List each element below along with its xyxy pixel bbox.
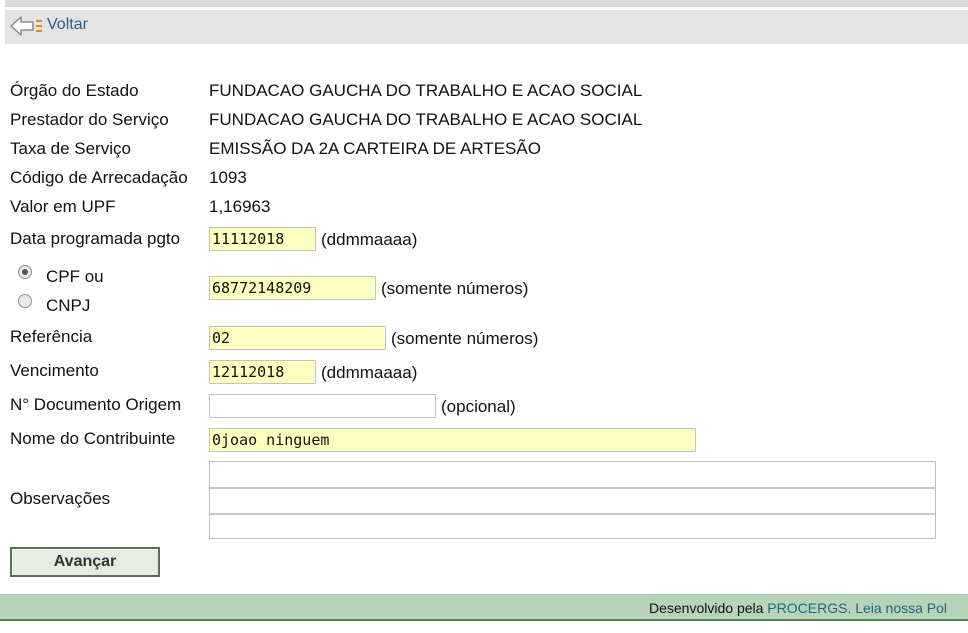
cpf-cnpj-hint: (somente números) — [381, 279, 529, 298]
doc-origem-hint: (opcional) — [441, 397, 516, 416]
back-link[interactable]: Voltar — [47, 16, 88, 34]
referencia-input[interactable] — [209, 326, 386, 350]
contribuinte-input[interactable] — [209, 428, 696, 452]
cpf-radio-label: CPF ou — [46, 267, 104, 286]
observacoes-textarea[interactable] — [209, 461, 936, 539]
referencia-hint: (somente números) — [391, 329, 539, 348]
doc-origem-input[interactable] — [209, 394, 436, 418]
codigo-value: 1093 — [209, 168, 247, 187]
cnpj-radio[interactable] — [18, 294, 32, 308]
data-pgto-hint: (ddmmaaaa) — [321, 230, 418, 249]
upf-label: Valor em UPF — [10, 197, 116, 216]
taxa-value: EMISSÃO DA 2A CARTEIRA DE ARTESÃO — [209, 139, 541, 158]
cpf-cnpj-input[interactable] — [209, 276, 376, 300]
referencia-label: Referência — [10, 327, 93, 346]
procergs-link[interactable]: PROCERGS. — [767, 600, 851, 616]
footer-prefix: Desenvolvido pela — [649, 600, 768, 616]
taxa-label: Taxa de Serviço — [10, 139, 131, 158]
vencimento-input[interactable] — [209, 360, 316, 384]
upf-value: 1,16963 — [209, 197, 271, 216]
cnpj-radio-label: CNPJ — [46, 296, 91, 315]
orgao-label: Órgão do Estado — [10, 81, 139, 100]
avancar-button[interactable]: Avançar — [10, 547, 160, 577]
footer-text: Desenvolvido pela PROCERGS. Leia nossa P… — [649, 600, 947, 616]
data-pgto-label: Data programada pgto — [10, 229, 181, 248]
cpf-radio[interactable] — [18, 265, 32, 279]
prestador-label: Prestador do Serviço — [10, 110, 169, 129]
footer-bar: Desenvolvido pela PROCERGS. Leia nossa P… — [0, 594, 968, 621]
vencimento-hint: (ddmmaaaa) — [321, 363, 418, 382]
policy-link[interactable]: Leia nossa Pol — [851, 600, 947, 616]
orgao-value: FUNDACAO GAUCHA DO TRABALHO E ACAO SOCIA… — [209, 81, 643, 100]
top-toolbar: Voltar — [5, 10, 968, 44]
observacoes-label: Observações — [10, 489, 111, 508]
top-divider — [5, 0, 968, 7]
data-pgto-input[interactable] — [209, 227, 316, 251]
back-arrow-icon[interactable] — [9, 14, 43, 38]
vencimento-label: Vencimento — [10, 361, 99, 380]
doc-origem-label: N° Documento Origem — [10, 395, 182, 414]
codigo-label: Código de Arrecadação — [10, 168, 188, 187]
contribuinte-label: Nome do Contribuinte — [10, 429, 176, 448]
prestador-value: FUNDACAO GAUCHA DO TRABALHO E ACAO SOCIA… — [209, 110, 643, 129]
